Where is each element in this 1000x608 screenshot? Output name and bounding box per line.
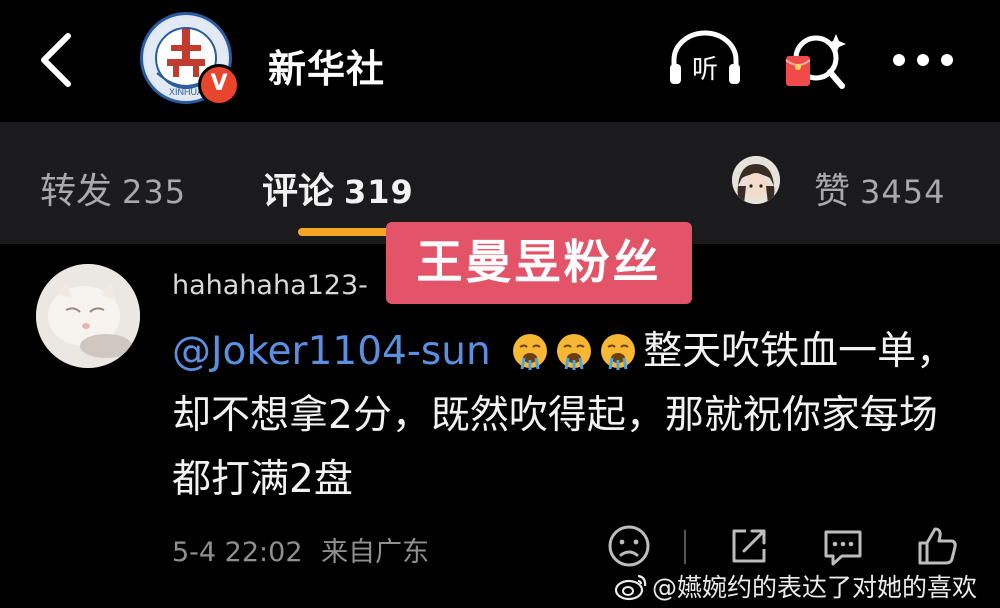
listen-button[interactable]: 听: [666, 30, 744, 90]
tab-comment[interactable]: 评论 319: [262, 162, 414, 214]
like-icon: [918, 527, 957, 565]
weibo-logo-icon: [614, 574, 647, 601]
back-button[interactable]: [34, 30, 82, 90]
tab-repost[interactable]: 转发 235: [40, 162, 186, 214]
overlay-caption: 王曼昱粉丝: [386, 222, 692, 304]
tab-like-label: 赞: [814, 171, 851, 212]
verified-badge: V: [198, 64, 240, 106]
tab-comment-label: 评论: [262, 171, 335, 212]
dislike-icon: [608, 525, 650, 567]
active-tab-indicator: [298, 228, 400, 236]
face-exhaling-icon: [601, 334, 636, 370]
tab-like-count: 3454: [860, 173, 946, 211]
commenter-avatar[interactable]: [36, 264, 140, 368]
tab-repost-count: 235: [122, 173, 187, 211]
share-button[interactable]: [726, 523, 772, 569]
account-avatar[interactable]: XINHUA V: [140, 12, 240, 110]
watermark-text: @嬿婉约的表达了对她的喜欢: [652, 573, 978, 602]
face-exhaling-icon: [557, 334, 592, 370]
reply-button[interactable]: [820, 523, 866, 569]
more-icon: [893, 54, 953, 66]
mention-link[interactable]: @Joker1104-sun: [172, 329, 491, 374]
svg-text:听: 听: [692, 55, 718, 85]
reply-icon: [824, 530, 862, 566]
back-icon: [41, 33, 71, 87]
action-divider: [684, 530, 686, 564]
comment-username[interactable]: hahahaha123-: [172, 270, 368, 301]
comment-timestamp: 5-4 22:02: [172, 537, 303, 568]
share-icon: [732, 529, 766, 563]
watermark: @嬿婉约的表达了对她的喜欢: [614, 568, 977, 604]
tab-repost-label: 转发: [40, 171, 113, 212]
dislike-button[interactable]: [606, 523, 652, 569]
account-name[interactable]: 新华社: [268, 38, 385, 93]
comment-body: @Joker1104-sun 整天吹铁血一单，却不想拿2分，既然吹得起，那就祝你…: [172, 320, 972, 512]
tab-like[interactable]: 赞 3454: [814, 162, 945, 214]
comment-meta: 5-4 22:02 来自广东: [172, 530, 429, 569]
more-button[interactable]: [890, 30, 956, 90]
comment-location: 来自广东: [321, 537, 430, 568]
top-bar: XINHUA V 新华社 听: [0, 0, 1000, 122]
tab-comment-count: 319: [344, 173, 414, 211]
red-packet-search-icon: [785, 34, 846, 89]
liker-avatar[interactable]: [732, 156, 780, 204]
face-exhaling-icon: [513, 334, 548, 370]
like-button[interactable]: [914, 523, 960, 569]
listen-icon: 听: [670, 30, 740, 85]
red-packet-search-button[interactable]: [782, 30, 848, 90]
